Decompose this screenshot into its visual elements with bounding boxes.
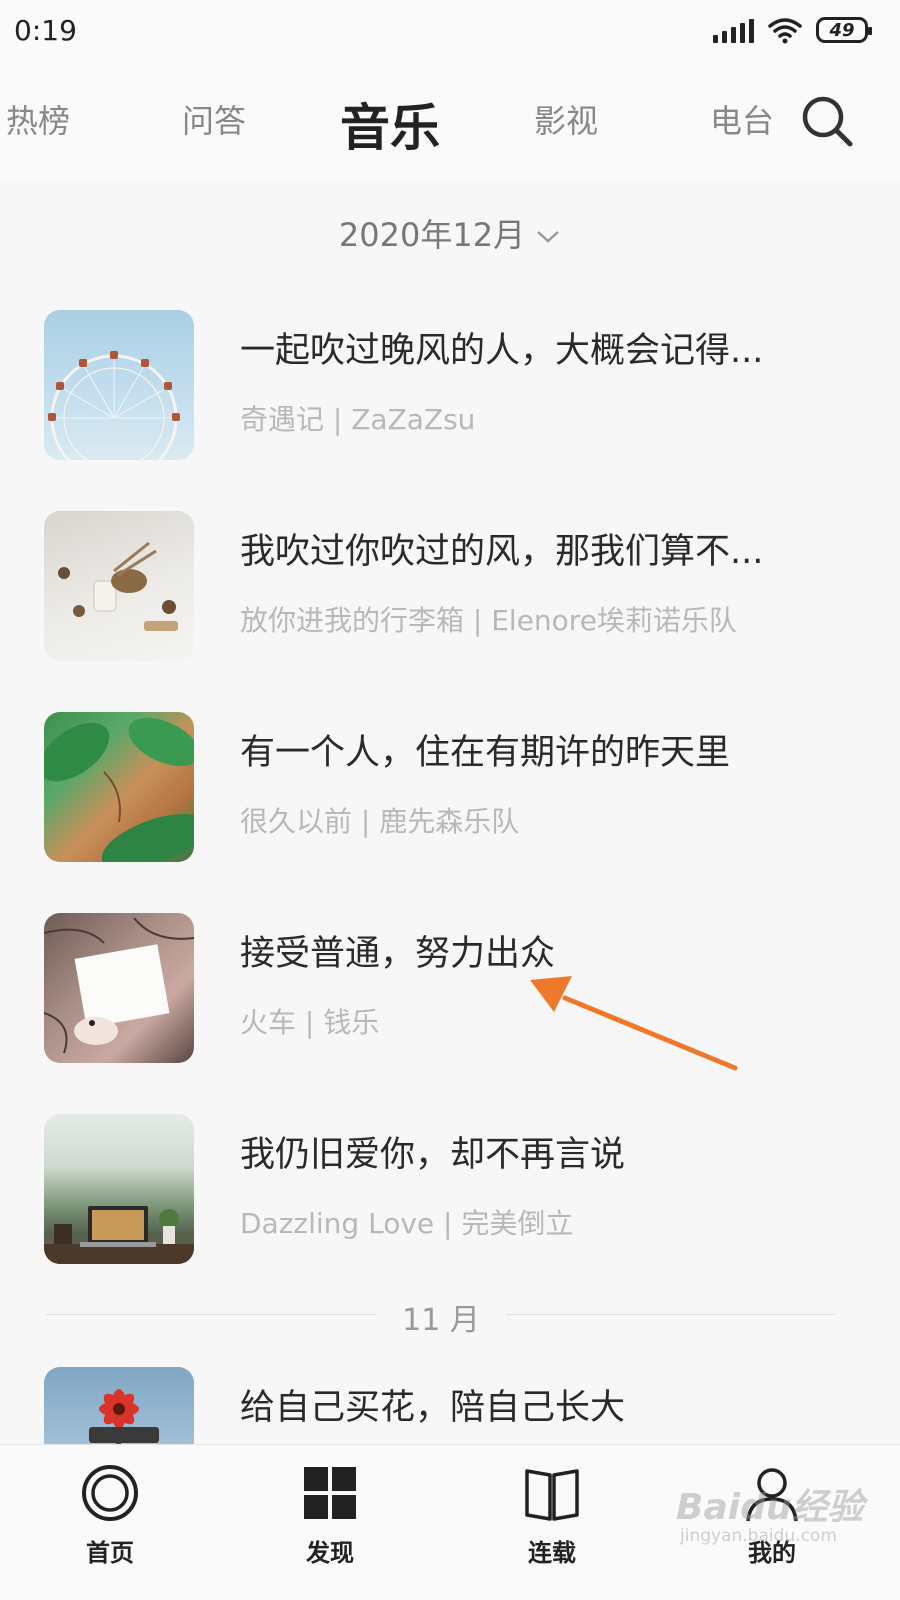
- status-bar: 0:19 49: [0, 0, 900, 62]
- song-list-item[interactable]: 我吹过你吹过的风，那我们算不... 放你进我的行李箱 | Elenore埃莉诺乐…: [0, 511, 900, 661]
- month-selector-label: 2020年12月: [338, 216, 526, 254]
- signal-icon: [713, 17, 754, 43]
- song-list-item[interactable]: 有一个人，住在有期许的昨天里 很久以前 | 鹿先森乐队: [0, 712, 900, 862]
- top-category-tabs: 热榜 问答 音乐 影视 电台: [0, 62, 900, 182]
- search-icon[interactable]: [800, 94, 854, 148]
- song-cover-note-card: [44, 913, 194, 1063]
- home-ring-icon: [82, 1465, 138, 1521]
- section-divider-label: 11 月: [402, 1303, 480, 1338]
- month-selector[interactable]: 2020年12月: [0, 210, 900, 256]
- song-title: 接受普通，努力出众: [240, 934, 556, 974]
- tab-music[interactable]: 音乐: [340, 88, 440, 160]
- song-cover-laptop: [44, 1114, 194, 1264]
- user-icon: [746, 1468, 798, 1522]
- song-cover-still-life: [44, 511, 194, 661]
- song-list-item[interactable]: 一起吹过晚风的人，大概会记得... 奇遇记 | ZaZaZsu: [0, 310, 900, 460]
- song-cover-leaves: [44, 712, 194, 862]
- nav-home[interactable]: 首页: [50, 1463, 170, 1568]
- song-cover-ferris-wheel: [44, 310, 194, 460]
- divider-line-right: [506, 1314, 836, 1315]
- status-time: 0:19: [14, 14, 77, 47]
- nav-discover[interactable]: 发现: [270, 1463, 390, 1568]
- chevron-down-icon: [537, 231, 559, 243]
- song-list-item[interactable]: 我仍旧爱你，却不再言说 Dazzling Love | 完美倒立: [0, 1114, 900, 1264]
- tab-qa[interactable]: 问答: [182, 96, 246, 142]
- song-title: 我吹过你吹过的风，那我们算不...: [240, 532, 764, 572]
- battery-icon: 49: [816, 17, 872, 43]
- nav-home-label: 首页: [86, 1539, 134, 1567]
- battery-level: 49: [829, 19, 855, 41]
- tab-video[interactable]: 影视: [534, 96, 598, 142]
- nav-discover-label: 发现: [306, 1539, 354, 1567]
- song-meta: 火车 | 钱乐: [240, 1006, 380, 1039]
- music-app-screen: 0:19 49 热榜 问答 音乐 影视 电台 2020年12月 一起吹过晚风的人…: [0, 0, 900, 1600]
- song-meta: 放你进我的行李箱 | Elenore埃莉诺乐队: [240, 604, 737, 637]
- status-icons: 49: [713, 16, 872, 44]
- nav-serial[interactable]: 连载: [492, 1463, 612, 1568]
- song-meta: 很久以前 | 鹿先森乐队: [240, 805, 520, 838]
- song-list-item[interactable]: 接受普通，努力出众 火车 | 钱乐: [0, 913, 900, 1063]
- grid-icon: [304, 1467, 356, 1519]
- nav-mine-label: 我的: [748, 1539, 796, 1567]
- song-title: 我仍旧爱你，却不再言说: [240, 1135, 626, 1175]
- section-divider: 11 月: [46, 1295, 836, 1338]
- nav-mine[interactable]: 我的: [712, 1463, 832, 1568]
- nav-serial-label: 连载: [528, 1539, 576, 1567]
- song-title: 给自己买花，陪自己长大: [240, 1388, 626, 1428]
- wifi-icon: [768, 18, 802, 44]
- song-title: 一起吹过晚风的人，大概会记得...: [240, 331, 764, 371]
- book-icon: [525, 1469, 579, 1521]
- song-meta: 奇遇记 | ZaZaZsu: [240, 403, 476, 436]
- tab-hot[interactable]: 热榜: [6, 96, 70, 142]
- song-title: 有一个人，住在有期许的昨天里: [240, 733, 731, 773]
- song-meta: Dazzling Love | 完美倒立: [240, 1207, 574, 1240]
- tab-radio[interactable]: 电台: [710, 96, 774, 142]
- bottom-navigation: 首页 发现 连载 我的: [0, 1444, 900, 1600]
